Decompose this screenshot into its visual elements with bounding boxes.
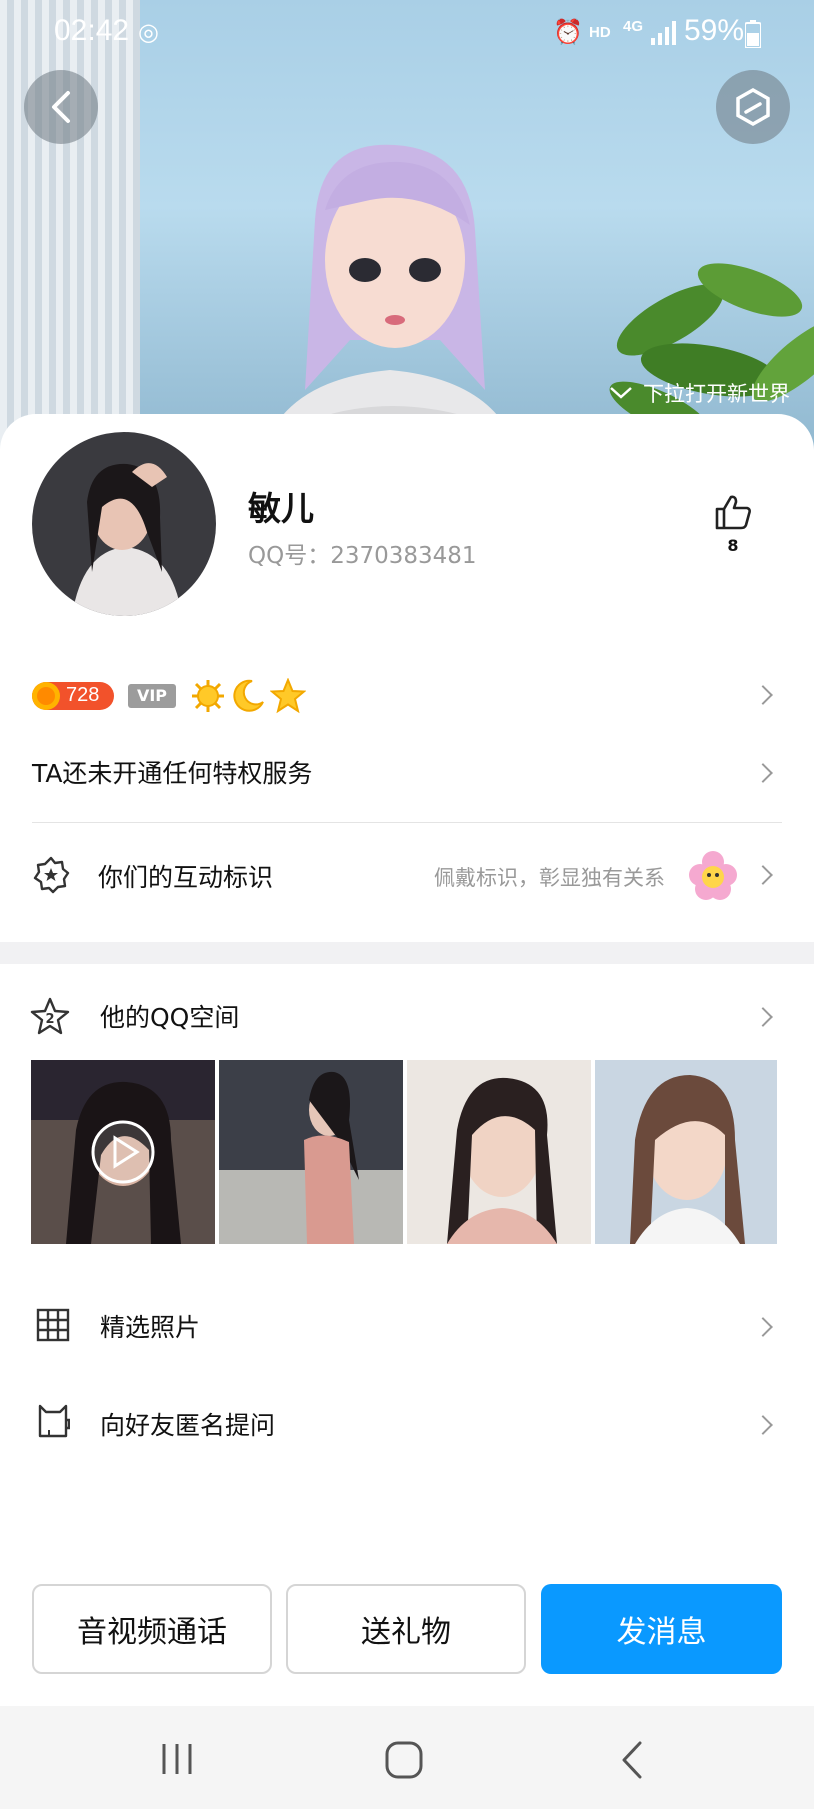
status-network: 4G [623, 18, 644, 35]
status-time: 02:42 [54, 14, 130, 47]
interaction-mark-row[interactable]: 你们的互动标识 佩戴标识，彰显独有关系 [0, 824, 814, 924]
moon-level-icon [233, 679, 264, 712]
divider [32, 822, 782, 823]
selected-photos-row[interactable]: 精选照片 [0, 1286, 814, 1366]
star-level-icon [270, 678, 306, 714]
thumbs-up-icon [715, 495, 751, 530]
chevron-down-icon [610, 387, 632, 399]
interaction-hint: 佩戴标识，彰显独有关系 [434, 866, 665, 890]
qq-label: QQ号： [248, 543, 331, 569]
play-icon [91, 1120, 155, 1184]
grid-icon [36, 1308, 70, 1342]
chevron-right-icon [753, 1007, 773, 1027]
sync-icon: ◎ [138, 19, 159, 46]
chevron-right-icon [753, 865, 773, 885]
gift-button[interactable]: 送礼物 [286, 1584, 526, 1674]
vip-badge: VIP [128, 684, 176, 708]
send-message-button[interactable]: 发消息 [541, 1584, 782, 1674]
anonymous-question-row[interactable]: 向好友匿名提问 [0, 1382, 814, 1462]
qzone-photo[interactable] [407, 1060, 591, 1244]
qzone-photo[interactable] [219, 1060, 403, 1244]
chevron-right-icon [753, 763, 773, 783]
sun-level-icon [192, 680, 224, 712]
qzone-photo[interactable] [595, 1060, 777, 1244]
home-icon[interactable] [384, 1740, 424, 1780]
level-badge: 728 [32, 682, 114, 710]
interaction-label: 你们的互动标识 [98, 863, 274, 892]
cat-box-icon [38, 1404, 70, 1438]
system-nav-bar [0, 1706, 814, 1809]
battery-icon [745, 20, 761, 48]
like-count: 8 [727, 536, 739, 555]
star-icon: 2 [30, 997, 70, 1035]
pull-hint-text: 下拉打开新世界 [643, 382, 790, 406]
badge-gear-icon [33, 856, 70, 894]
chevron-right-icon [753, 685, 773, 705]
qzone-label: 他的QQ空间 [100, 1003, 240, 1032]
cover-3d-avatar [260, 144, 520, 460]
back-button[interactable] [24, 70, 98, 144]
like-button[interactable]: 8 [712, 494, 754, 555]
badges-row[interactable]: 728 VIP [0, 660, 814, 730]
sun-icon [32, 682, 60, 710]
level-value: 728 [66, 684, 100, 706]
avatar[interactable] [32, 432, 216, 616]
profile-name: 敏儿 [248, 489, 314, 528]
status-battery: 59% [684, 14, 745, 47]
qzone-row[interactable]: 2 他的QQ空间 [0, 974, 814, 1054]
chevron-left-icon [52, 91, 70, 123]
hexagon-icon [736, 87, 770, 127]
pull-down-hint: 下拉打开新世界 [609, 378, 790, 408]
svg-text:2: 2 [45, 1012, 54, 1027]
qq-number: 2370383481 [330, 543, 477, 569]
status-hd: HD [589, 24, 611, 41]
signal-icon [651, 21, 676, 45]
qq-number-row: QQ号：2370383481 [248, 536, 477, 570]
nav-back-icon[interactable] [620, 1740, 644, 1780]
chevron-right-icon [753, 1415, 773, 1435]
privilege-text: TA还未开通任何特权服务 [32, 759, 313, 788]
chevron-right-icon [753, 1317, 773, 1337]
profile-cover[interactable]: 02:42 ◎ ⏰ HD 4G 59% 下拉打开新世界 [0, 0, 814, 460]
privilege-row[interactable]: TA还未开通任何特权服务 [0, 734, 814, 814]
anonymous-question-label: 向好友匿名提问 [100, 1411, 276, 1440]
cube-button[interactable] [716, 70, 790, 144]
cover-curtain [0, 0, 140, 460]
section-separator [0, 942, 814, 964]
recent-apps-icon[interactable] [160, 1742, 194, 1776]
qzone-photo[interactable] [31, 1060, 215, 1244]
alarm-icon: ⏰ [553, 19, 583, 46]
flower-icon [689, 851, 737, 900]
call-button[interactable]: 音视频通话 [32, 1584, 272, 1674]
selected-photos-label: 精选照片 [100, 1313, 201, 1342]
